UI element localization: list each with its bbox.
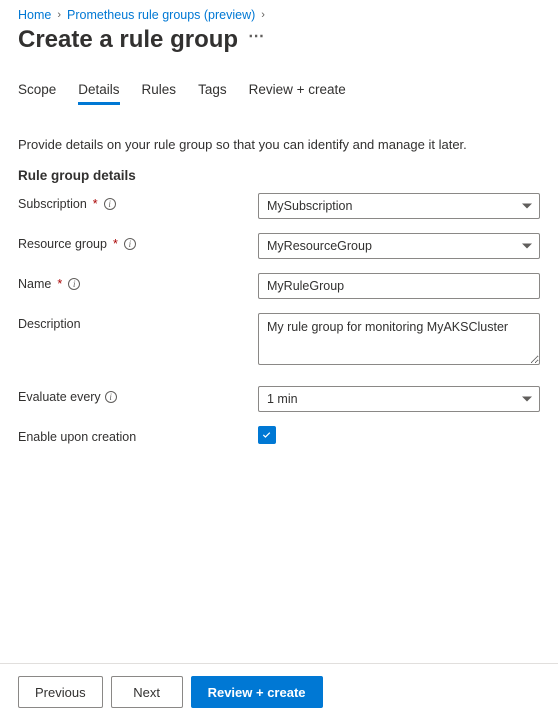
resource-group-select[interactable]: MyResourceGroup: [258, 233, 540, 259]
subscription-label: Subscription * i: [18, 193, 258, 211]
chevron-right-icon: ›: [55, 9, 63, 21]
resource-group-label: Resource group * i: [18, 233, 258, 251]
info-icon[interactable]: i: [124, 238, 136, 250]
tab-review-create[interactable]: Review + create: [249, 76, 346, 105]
breadcrumb-home[interactable]: Home: [18, 8, 51, 22]
tab-scope[interactable]: Scope: [18, 76, 56, 105]
info-icon[interactable]: i: [68, 278, 80, 290]
info-icon[interactable]: i: [105, 391, 117, 403]
enable-checkbox[interactable]: [258, 426, 276, 444]
info-icon[interactable]: i: [104, 198, 116, 210]
more-icon[interactable]: ⋯: [248, 29, 266, 51]
footer-actions: Previous Next Review + create: [0, 663, 558, 720]
section-heading: Rule group details: [18, 168, 540, 183]
evaluate-every-label: Evaluate every i: [18, 386, 258, 404]
tab-tags[interactable]: Tags: [198, 76, 227, 105]
checkmark-icon: [260, 428, 274, 442]
breadcrumb: Home › Prometheus rule groups (preview) …: [18, 8, 540, 22]
name-label: Name * i: [18, 273, 258, 291]
tab-rules[interactable]: Rules: [142, 76, 177, 105]
tab-details[interactable]: Details: [78, 76, 119, 105]
description-label: Description: [18, 313, 258, 331]
page-title: Create a rule group ⋯: [18, 26, 540, 54]
previous-button[interactable]: Previous: [18, 676, 103, 708]
subscription-select[interactable]: MySubscription: [258, 193, 540, 219]
required-indicator: *: [57, 277, 62, 291]
required-indicator: *: [113, 237, 118, 251]
tabs: Scope Details Rules Tags Review + create: [18, 76, 540, 105]
intro-text: Provide details on your rule group so th…: [18, 137, 540, 152]
next-button[interactable]: Next: [111, 676, 183, 708]
required-indicator: *: [93, 197, 98, 211]
evaluate-every-select[interactable]: 1 min: [258, 386, 540, 412]
review-create-button[interactable]: Review + create: [191, 676, 323, 708]
description-textarea[interactable]: [258, 313, 540, 365]
breadcrumb-parent[interactable]: Prometheus rule groups (preview): [67, 8, 255, 22]
name-input[interactable]: [258, 273, 540, 299]
chevron-right-icon: ›: [259, 9, 267, 21]
page-title-text: Create a rule group: [18, 26, 238, 54]
enable-upon-creation-label: Enable upon creation: [18, 426, 258, 444]
